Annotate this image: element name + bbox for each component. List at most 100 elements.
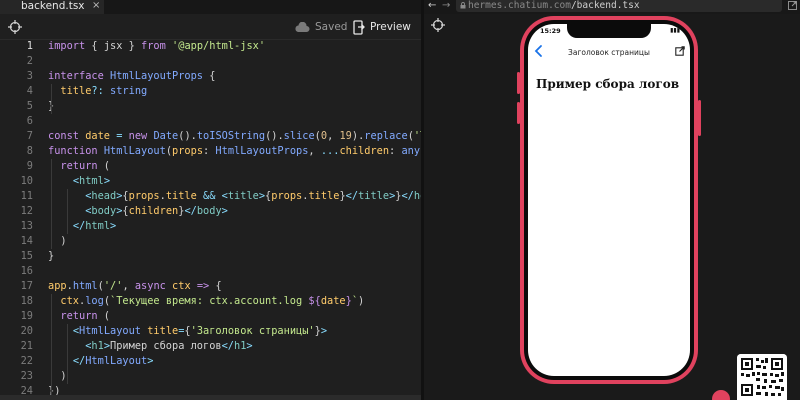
line-number: 7 bbox=[26, 130, 33, 142]
line-number: 17 bbox=[20, 280, 33, 292]
phone-side-button bbox=[698, 100, 701, 136]
phone-notch bbox=[567, 24, 651, 38]
code-text: import { jsx } from '@app/html-jsx' bbox=[48, 40, 266, 52]
code-line[interactable]: 5} bbox=[0, 99, 421, 114]
line-number: 16 bbox=[20, 265, 33, 277]
code-text: <HtmlLayout title={'Заголовок страницы'}… bbox=[72, 325, 328, 337]
code-line[interactable]: 20 <HtmlLayout title={'Заголовок страниц… bbox=[0, 324, 421, 339]
line-number: 1 bbox=[26, 40, 33, 52]
code-line[interactable]: 8 function HtmlLayout(props: HtmlLayoutPr… bbox=[0, 144, 421, 159]
code-line[interactable]: 12 <body>{children}</body> bbox=[0, 204, 421, 219]
code-line[interactable]: 4 title?: string bbox=[0, 84, 421, 99]
qr-code-icon[interactable] bbox=[737, 354, 787, 400]
line-number: 8 bbox=[26, 145, 33, 157]
line-number: 3 bbox=[26, 70, 33, 82]
phone-frame: 15:29 ▮▮▮ Заголовок страницы Пример сбор… bbox=[520, 16, 698, 384]
code-line[interactable]: 18 ctx.log(`Текущее время: ctx.account.l… bbox=[0, 294, 421, 309]
indent-guide bbox=[51, 294, 52, 399]
line-number: 2 bbox=[26, 55, 33, 67]
code-line[interactable]: 14 ) bbox=[0, 234, 421, 249]
code-line[interactable]: 3 interface HtmlLayoutProps { bbox=[0, 69, 421, 84]
lock-icon bbox=[460, 2, 466, 9]
code-line[interactable]: 15} bbox=[0, 249, 421, 264]
crosshair-icon[interactable] bbox=[8, 20, 22, 34]
code-editor-pane: backend.tsx × Saved Preview 1 import { js… bbox=[0, 0, 421, 400]
editor-toolbar: Saved Preview bbox=[0, 14, 421, 40]
indent-guide bbox=[67, 324, 68, 384]
line-number: 12 bbox=[20, 205, 33, 217]
crosshair-icon[interactable] bbox=[431, 18, 445, 32]
line-number: 21 bbox=[20, 340, 33, 352]
code-line[interactable]: 22 </HtmlLayout> bbox=[0, 354, 421, 369]
code-line[interactable]: 11 <head>{props.title && <title>{props.t… bbox=[0, 189, 421, 204]
code-text: return ( bbox=[60, 310, 111, 322]
code-text: <head>{props.title && <title>{props.titl… bbox=[85, 190, 421, 202]
cloud-icon bbox=[295, 21, 310, 32]
code-text: app.html('/', async ctx => { bbox=[48, 280, 222, 292]
indent-guide bbox=[51, 159, 52, 249]
close-icon[interactable]: × bbox=[92, 0, 100, 12]
line-number: 19 bbox=[20, 310, 33, 322]
page-heading: Пример сбора логов bbox=[536, 77, 680, 91]
preview-pane: ← → hermes.chatium.com/backend.tsx 15:29 bbox=[424, 0, 800, 400]
status-clock: 15:29 bbox=[540, 27, 561, 35]
phone-bezel: 15:29 ▮▮▮ Заголовок страницы Пример сбор… bbox=[524, 20, 694, 380]
url-field[interactable]: hermes.chatium.com/backend.tsx bbox=[456, 0, 782, 12]
preview-button[interactable]: Preview bbox=[353, 19, 411, 35]
code-line[interactable]: 19 return ( bbox=[0, 309, 421, 324]
code-text: return ( bbox=[60, 160, 111, 172]
line-number: 5 bbox=[26, 100, 33, 112]
line-number: 15 bbox=[20, 250, 33, 262]
indent-guide bbox=[67, 189, 68, 234]
code-text: const date = new Date().toISOString().sl… bbox=[48, 130, 421, 142]
code-line[interactable]: 10 <html> bbox=[0, 174, 421, 189]
code-line[interactable]: 13 </html> bbox=[0, 219, 421, 234]
line-number: 18 bbox=[20, 295, 33, 307]
line-number: 13 bbox=[20, 220, 33, 232]
code-text: <body>{children}</body> bbox=[85, 205, 228, 217]
saved-status: Saved bbox=[294, 20, 347, 34]
phone-screen[interactable]: 15:29 ▮▮▮ Заголовок страницы Пример сбор… bbox=[528, 24, 690, 376]
url-bar: ← → hermes.chatium.com/backend.tsx bbox=[424, 0, 800, 14]
nav-title: Заголовок страницы bbox=[568, 48, 650, 57]
code-line[interactable]: 6 bbox=[0, 114, 421, 129]
saved-label: Saved bbox=[315, 21, 348, 33]
record-indicator[interactable] bbox=[712, 390, 730, 400]
code-area[interactable]: 1 import { jsx } from '@app/html-jsx' 2 3 in… bbox=[0, 39, 421, 400]
code-line[interactable]: 21 <h1>Пример сбора логов</h1> bbox=[0, 339, 421, 354]
battery-icon: ▮▮▮ bbox=[670, 27, 680, 34]
url-host: hermes.chatium.com bbox=[468, 0, 571, 11]
indent-guide bbox=[51, 84, 52, 114]
code-line[interactable]: 9 return ( bbox=[0, 159, 421, 174]
code-line[interactable]: 17 app.html('/', async ctx => { bbox=[0, 279, 421, 294]
code-text: </html> bbox=[72, 220, 117, 232]
code-text: function HtmlLayout(props: HtmlLayoutPro… bbox=[48, 145, 421, 157]
code-line[interactable]: 7 const date = new Date().toISOString().s… bbox=[0, 129, 421, 144]
code-text: title?: string bbox=[60, 85, 148, 97]
status-bar bbox=[0, 395, 421, 400]
code-text: <h1>Пример сбора логов</h1> bbox=[85, 340, 253, 352]
tab-label: backend.tsx bbox=[21, 0, 85, 12]
line-number: 6 bbox=[26, 115, 33, 127]
code-line[interactable]: 23 ) bbox=[0, 369, 421, 384]
forward-arrow-icon[interactable]: → bbox=[442, 0, 450, 11]
line-number: 20 bbox=[20, 325, 33, 337]
code-line[interactable]: 2 bbox=[0, 54, 421, 69]
url-path: /backend.tsx bbox=[570, 0, 640, 11]
tab-backend-tsx[interactable]: backend.tsx × bbox=[0, 0, 104, 14]
line-number: 9 bbox=[26, 160, 33, 172]
line-number: 23 bbox=[20, 370, 33, 382]
external-link-icon[interactable] bbox=[788, 1, 797, 10]
share-icon[interactable] bbox=[675, 46, 685, 56]
editor-tab-bar: backend.tsx × bbox=[0, 0, 421, 14]
line-number: 22 bbox=[20, 355, 33, 367]
back-arrow-icon[interactable]: ← bbox=[428, 0, 436, 11]
preview-label: Preview bbox=[370, 21, 411, 33]
line-number: 11 bbox=[20, 190, 33, 202]
code-line[interactable]: 16 bbox=[0, 264, 421, 279]
code-line[interactable]: 1 import { jsx } from '@app/html-jsx' bbox=[0, 39, 421, 54]
line-number: 10 bbox=[20, 175, 33, 187]
code-text: interface HtmlLayoutProps { bbox=[48, 70, 216, 82]
preview-icon bbox=[353, 19, 365, 35]
line-number: 4 bbox=[26, 85, 33, 97]
